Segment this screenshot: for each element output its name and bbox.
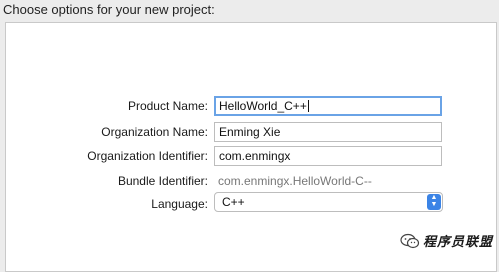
organization-name-field[interactable]: Enming Xie <box>214 122 442 142</box>
watermark: 程序员联盟 <box>400 231 493 250</box>
page-title: Choose options for your new project: <box>3 2 215 17</box>
organization-name-row: Organization Name: Enming Xie <box>0 122 499 144</box>
language-selected-value: C++ <box>222 195 245 209</box>
language-select[interactable]: C++ ▲ ▼ <box>214 192 443 212</box>
watermark-text: 程序员联盟 <box>423 235 494 250</box>
up-down-chevron-icon[interactable]: ▲ ▼ <box>427 194 441 210</box>
organization-name-label: Organization Name: <box>101 125 208 139</box>
text-caret <box>307 100 309 112</box>
bundle-identifier-row: Bundle Identifier: com.enmingx.HelloWorl… <box>0 171 499 193</box>
bundle-identifier-label: Bundle Identifier: <box>117 174 208 188</box>
product-name-label: Product Name: <box>127 99 208 113</box>
product-name-field[interactable]: HelloWorld_C++ <box>214 96 442 116</box>
product-name-row: Product Name: HelloWorld_C++ <box>0 96 499 118</box>
organization-identifier-label: Organization Identifier: <box>87 149 208 163</box>
organization-identifier-row: Organization Identifier: com.enmingx <box>0 146 499 168</box>
organization-identifier-field[interactable]: com.enmingx <box>214 146 442 166</box>
language-row: Language: C++ ▲ ▼ <box>0 192 499 216</box>
bundle-identifier-value: com.enmingx.HelloWorld-C-- <box>218 174 372 188</box>
language-label: Language: <box>151 197 208 211</box>
product-name-value: HelloWorld_C++ <box>219 99 307 113</box>
wechat-icon <box>400 233 420 249</box>
